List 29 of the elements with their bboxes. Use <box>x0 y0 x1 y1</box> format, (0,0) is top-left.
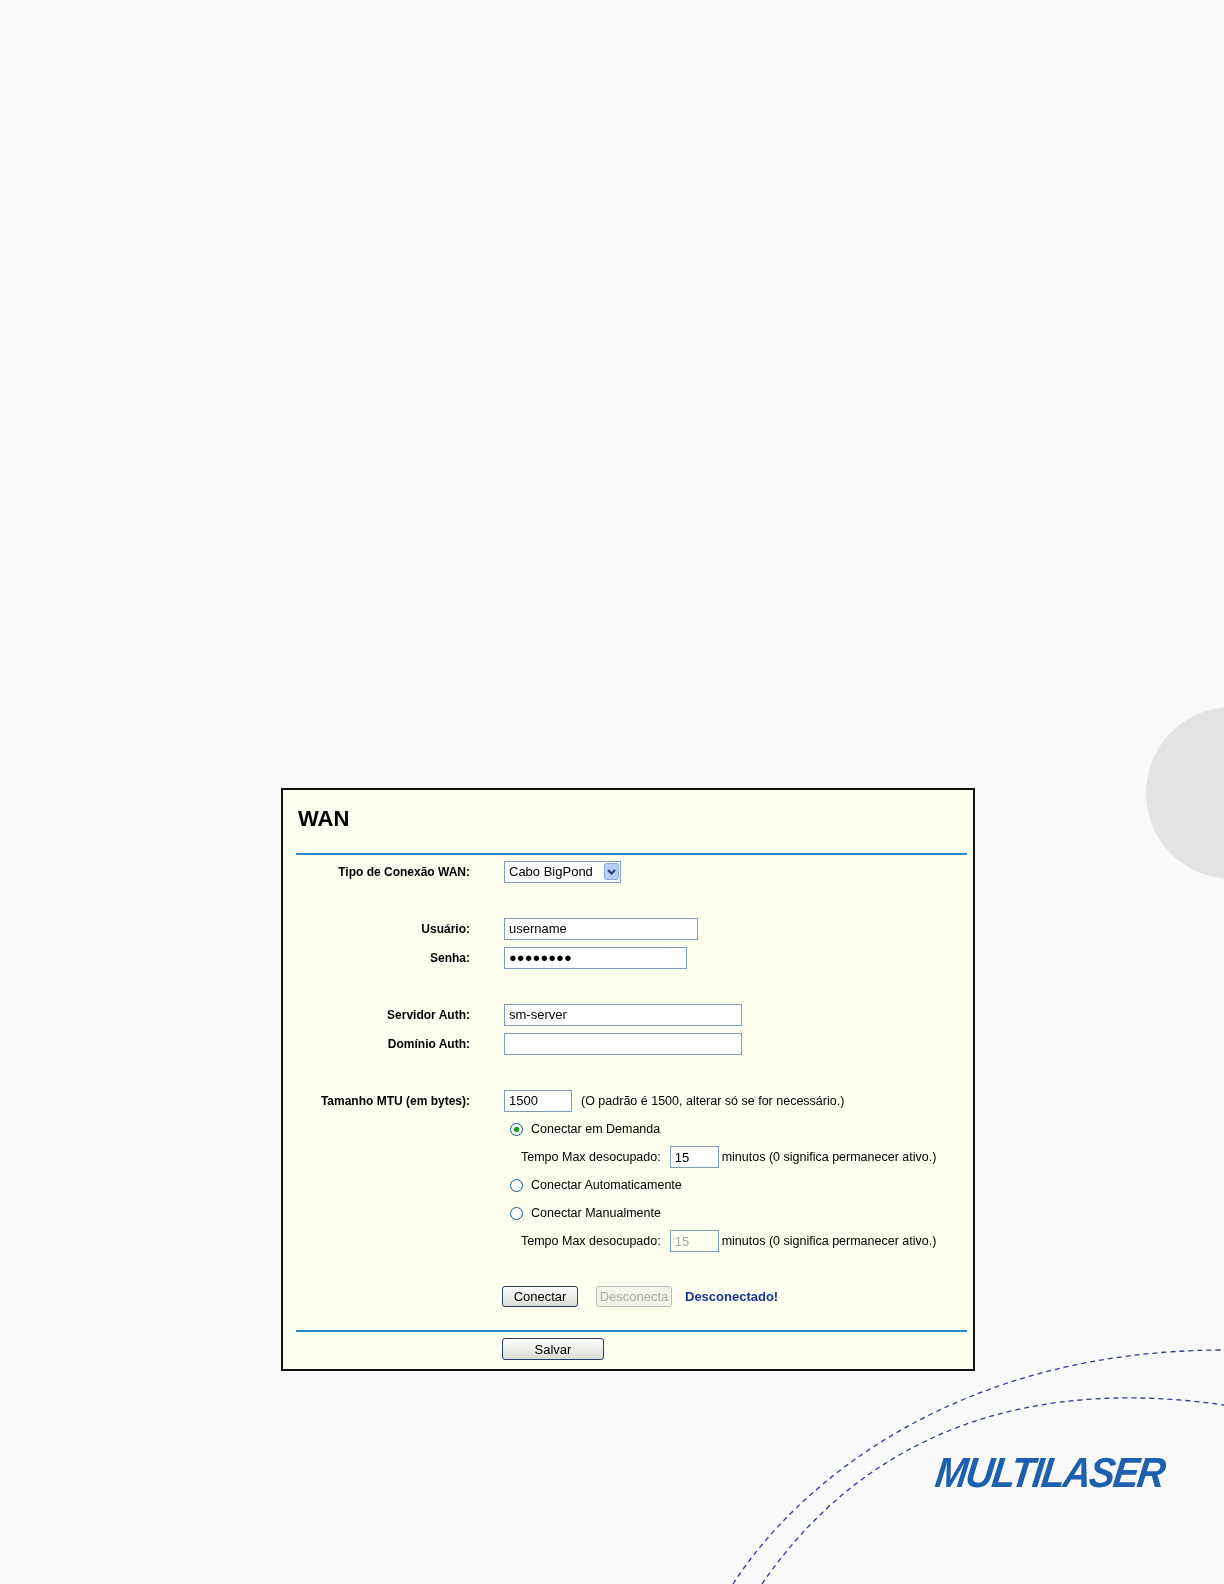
unit-text: minutos (0 significa permanecer ativo.) <box>721 1234 937 1248</box>
brand-logo: MULTILASER <box>933 1449 1168 1497</box>
radio-button[interactable] <box>510 1122 523 1136</box>
connect-button[interactable]: Conectar <box>502 1285 578 1307</box>
hint-text: (O padrão é 1500, alterar só se for necessário.) <box>581 1093 845 1108</box>
field-label: Tempo Max desocupado: <box>520 1234 661 1248</box>
field-label: Servidor Auth: <box>387 1007 470 1022</box>
radio-button[interactable] <box>510 1178 523 1192</box>
radio-label: Conectar Manualmente <box>531 1206 661 1220</box>
unit-text: minutos (0 significa permanecer ativo.) <box>721 1150 937 1164</box>
field-label: Senha: <box>430 950 470 965</box>
field-label: Tipo de Conexão WAN: <box>338 864 470 879</box>
save-button[interactable]: Salvar <box>502 1338 604 1360</box>
field-label: Domínio Auth: <box>387 1036 470 1051</box>
text-field[interactable] <box>504 1032 742 1055</box>
field-label: Usuário: <box>421 921 470 936</box>
text-field[interactable]: username <box>504 917 698 940</box>
field-label: Tempo Max desocupado: <box>520 1150 661 1164</box>
status-text: Desconectado! <box>685 1288 779 1304</box>
mtu-field[interactable]: 1500 <box>504 1089 572 1112</box>
connection-type-dropdown[interactable]: Cabo BigPond <box>504 860 621 883</box>
page-title: WAN <box>298 805 350 833</box>
radio-label: Conectar em Demanda <box>531 1122 661 1136</box>
radio-button[interactable] <box>510 1206 523 1220</box>
field-label: Tamanho MTU (em bytes): <box>320 1093 470 1108</box>
text-field[interactable]: sm-server <box>504 1003 742 1026</box>
radio-label: Conectar Automaticamente <box>531 1178 682 1192</box>
idle-time-field[interactable]: 15 <box>669 1146 719 1168</box>
password-field[interactable]: ●●●●●●●● <box>504 946 687 969</box>
